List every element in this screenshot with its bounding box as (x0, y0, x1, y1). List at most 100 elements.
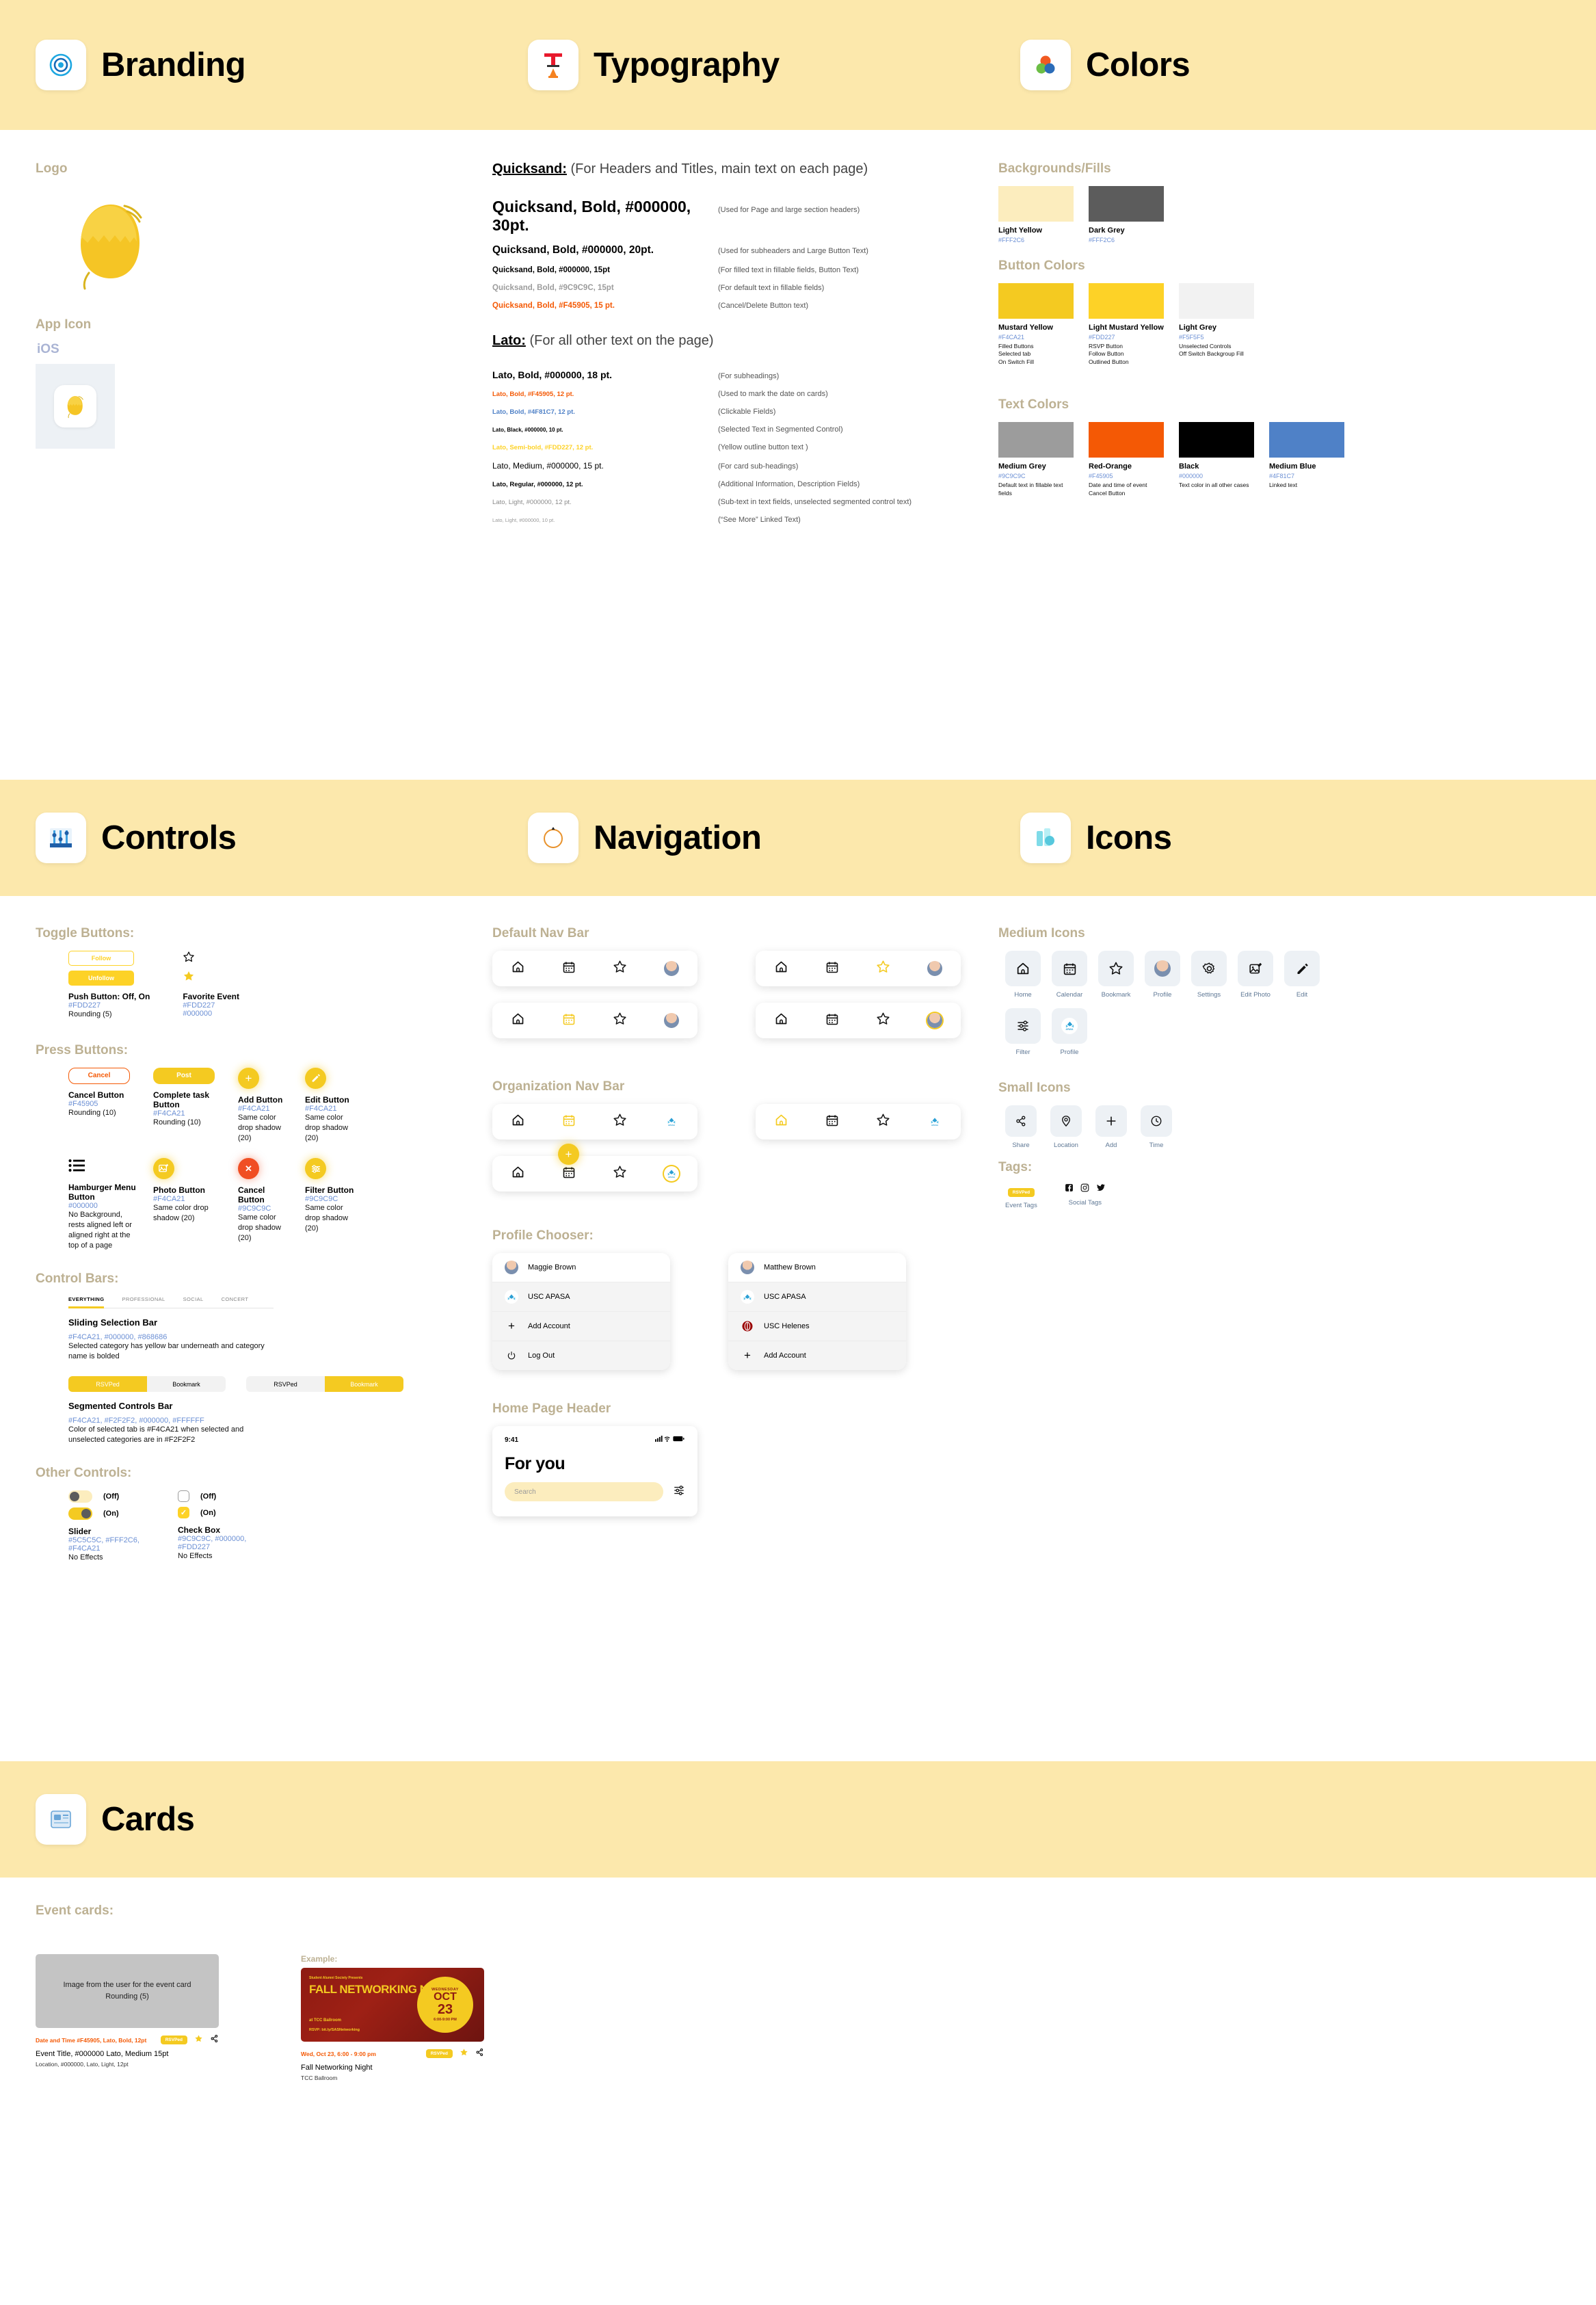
apasa-logo-icon[interactable]: APASA (1052, 1008, 1087, 1044)
share-icon[interactable] (475, 2048, 484, 2060)
filter-icon[interactable] (1005, 1008, 1041, 1044)
segment-rsvped[interactable]: RSVPed (246, 1376, 325, 1393)
calendar-icon-selected[interactable] (562, 1114, 576, 1131)
list-item[interactable]: Maggie Brown (492, 1253, 670, 1282)
avatar[interactable] (664, 961, 679, 976)
post-button[interactable]: Post (153, 1067, 215, 1084)
star-icon[interactable] (194, 2034, 203, 2046)
edit-button[interactable] (305, 1067, 326, 1089)
filter-button[interactable] (305, 1158, 326, 1180)
home-icon[interactable] (511, 1165, 525, 1183)
edit-photo-icon[interactable] (1238, 951, 1273, 986)
star-icon[interactable] (876, 1113, 890, 1131)
star-icon[interactable] (613, 960, 627, 977)
apasa-logo-icon-selected[interactable]: APASA (664, 1166, 679, 1181)
tab-professional[interactable]: PROFESSIONAL (122, 1296, 165, 1308)
star-icon[interactable] (460, 2048, 468, 2060)
checkbox-on[interactable]: ✓ (178, 1507, 189, 1519)
cancel-button[interactable]: Cancel (68, 1067, 130, 1084)
hamburger-menu-button[interactable] (68, 1158, 138, 1176)
list-item[interactable]: Matthew Brown (728, 1253, 906, 1282)
star-filled-icon[interactable] (183, 970, 239, 986)
profile-name: Matthew Brown (764, 1263, 816, 1272)
segmented-control-left[interactable]: RSVPed Bookmark (68, 1376, 226, 1393)
gear-icon[interactable] (1191, 951, 1227, 986)
location-pin-icon[interactable] (1050, 1105, 1082, 1137)
star-icon[interactable] (613, 1165, 627, 1183)
home-icon[interactable] (511, 960, 525, 977)
segment-bookmark[interactable]: Bookmark (325, 1376, 403, 1393)
avatar[interactable] (664, 1013, 679, 1028)
list-item[interactable]: USC APASA (728, 1282, 906, 1311)
avatar-icon[interactable] (1145, 951, 1180, 986)
calendar-icon[interactable] (825, 960, 839, 977)
status-badge: RSVPed (425, 2049, 453, 2059)
instagram-icon[interactable] (1080, 1183, 1089, 1196)
pencil-icon[interactable] (1284, 951, 1320, 986)
list-item[interactable]: USC APASA (492, 1282, 670, 1311)
list-item[interactable]: + Add Account (492, 1311, 670, 1341)
unfollow-button[interactable]: Unfollow (68, 971, 134, 986)
icon-label: Home (1014, 991, 1032, 999)
list-item[interactable]: Log Out (492, 1341, 670, 1370)
tab-social[interactable]: SOCIAL (183, 1296, 204, 1308)
star-icon[interactable] (613, 1012, 627, 1029)
share-icon[interactable] (210, 2034, 219, 2046)
filter-icon[interactable] (673, 1484, 685, 1500)
avatar[interactable] (927, 961, 942, 976)
calendar-icon[interactable] (1052, 951, 1087, 986)
clock-icon[interactable] (1141, 1105, 1172, 1137)
home-icon[interactable] (511, 1012, 525, 1029)
star-icon[interactable] (613, 1113, 627, 1131)
home-icon-selected[interactable] (774, 1113, 788, 1131)
org-add-button[interactable]: + (558, 1144, 579, 1165)
photo-button[interactable] (153, 1158, 174, 1180)
home-icon[interactable] (774, 1012, 788, 1029)
star-outline-icon[interactable] (183, 951, 239, 966)
nav-bar-default-profile-selected[interactable] (756, 1003, 961, 1038)
facebook-icon[interactable] (1065, 1183, 1074, 1196)
home-icon[interactable] (774, 960, 788, 977)
nav-bar-default-calendar-selected[interactable] (492, 1003, 697, 1038)
calendar-icon[interactable] (825, 1012, 839, 1029)
quicksand-note: (For Headers and Titles, main text on ea… (570, 161, 868, 176)
tab-everything[interactable]: EVERYTHING (68, 1296, 105, 1308)
checkbox-off[interactable] (178, 1490, 189, 1503)
nav-bar-default-star-selected[interactable] (756, 951, 961, 986)
apasa-logo-icon[interactable]: APASA (664, 1114, 679, 1129)
search-input[interactable]: Search (505, 1482, 663, 1501)
swatch-usage: Filled Buttons Selected tab On Switch Fi… (998, 343, 1034, 365)
calendar-icon[interactable] (562, 1165, 576, 1183)
nav-bar-default[interactable] (492, 951, 697, 986)
slider-off[interactable] (68, 1490, 92, 1503)
home-icon[interactable] (1005, 951, 1041, 986)
add-button[interactable]: + (238, 1067, 259, 1089)
nav-bar-org-calendar-selected[interactable]: APASA (492, 1104, 697, 1140)
apasa-logo-icon[interactable]: APASA (927, 1114, 942, 1129)
nav-bar-org-home-selected[interactable]: APASA (756, 1104, 961, 1140)
segmented-control-right[interactable]: RSVPed Bookmark (246, 1376, 403, 1393)
star-icon[interactable] (1098, 951, 1134, 986)
share-icon[interactable] (1005, 1105, 1037, 1137)
calendar-icon-selected[interactable] (562, 1012, 576, 1029)
status-badge: RSVPed (160, 2036, 187, 2045)
plus-icon[interactable] (1095, 1105, 1127, 1137)
star-icon[interactable] (876, 1012, 890, 1029)
calendar-icon[interactable] (562, 960, 576, 977)
avatar-selected[interactable] (927, 1013, 942, 1028)
slider-on[interactable] (68, 1507, 92, 1520)
list-item[interactable]: + Add Account (728, 1341, 906, 1370)
segment-bookmark[interactable]: Bookmark (147, 1376, 226, 1393)
segment-rsvped[interactable]: RSVPed (68, 1376, 147, 1393)
tab-concert[interactable]: CONCERT (222, 1296, 249, 1308)
star-icon-selected[interactable] (876, 960, 890, 977)
follow-button[interactable]: Follow (68, 951, 134, 966)
calendar-icon[interactable] (825, 1114, 839, 1131)
section-band-branding-typography-colors: Branding Typography Colors (0, 0, 1596, 130)
home-icon[interactable] (511, 1113, 525, 1131)
nav-bar-org-profile-selected[interactable]: APASA (492, 1156, 697, 1191)
cancel-circle-button[interactable]: ✕ (238, 1158, 259, 1180)
card-meta-row: Wed, Oct 23, 6:00 - 9:00 pm RSVPed (301, 2048, 484, 2060)
list-item[interactable]: USC Helenes (728, 1311, 906, 1341)
twitter-icon[interactable] (1096, 1183, 1106, 1196)
